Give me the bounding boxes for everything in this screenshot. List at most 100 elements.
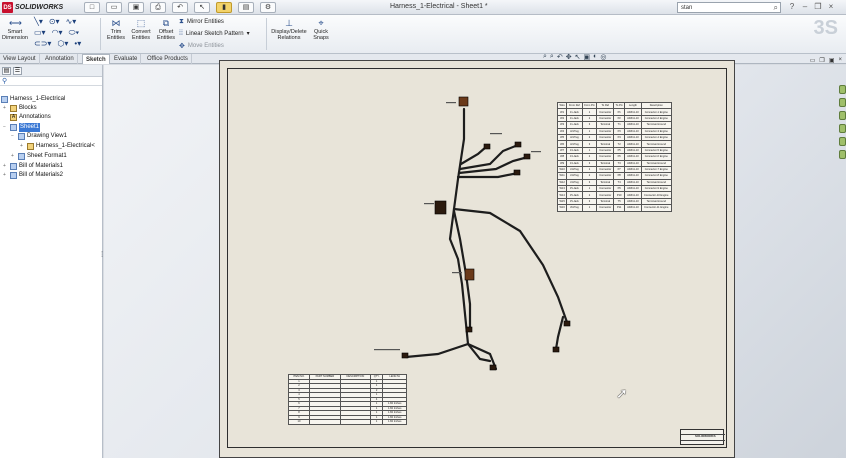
tree-item-bom1[interactable]: + Bill of Materials1 [3, 162, 63, 171]
offset-entities-button[interactable]: ⧉ Offset Entities [154, 18, 178, 41]
collapse-icon[interactable]: − [3, 123, 8, 132]
tree-item-label: Sheet Format1 [27, 153, 67, 159]
display-style-icon[interactable]: ▣ [583, 53, 590, 61]
connector-icon [514, 141, 522, 148]
drawing-sheet[interactable]: ⌕ ⌕ ↶ ✥ ↖ ▣ ◐ ◎ Wire From Ref From Pin T… [219, 53, 735, 458]
open-icon[interactable]: ▭ [106, 2, 122, 13]
file-properties-icon[interactable]: ▤ [238, 2, 254, 13]
tree-item-label: Bill of Materials2 [19, 172, 64, 178]
filter-icon[interactable]: ⚲ [0, 77, 102, 86]
minimize-icon[interactable]: – [801, 2, 809, 12]
move-entities-button[interactable]: ✥ Move Entities [179, 42, 224, 50]
undo-icon[interactable]: ↶ [172, 2, 188, 13]
tab-evaluate[interactable]: Evaluate [111, 54, 142, 64]
document-minimize-icon[interactable]: ▭ [810, 57, 816, 64]
graphics-area[interactable]: ⌕ ⌕ ↶ ✥ ↖ ▣ ◐ ◎ Wire From Ref From Pin T… [104, 53, 846, 458]
table-row[interactable]: W16 J6-Plug 1 Connector P11 ADZ11-10 Connector… [556, 204, 672, 212]
connector-icon [523, 153, 531, 160]
document-restore-icon[interactable]: ❐ [819, 57, 824, 64]
previous-view-icon[interactable]: ↶ [557, 53, 563, 61]
linear-pattern-icon: ⁞⁞ [179, 30, 183, 37]
tab-view-layout[interactable]: View Layout [0, 54, 40, 64]
ellipse-icon[interactable]: ⬭▾ [69, 28, 80, 38]
tab-sketch[interactable]: Sketch [82, 54, 110, 64]
connector-icon [489, 364, 497, 371]
mirror-entities-button[interactable]: ⧗ Mirror Entities [179, 18, 224, 26]
table-cell [308, 419, 341, 425]
appearances-icon[interactable] [839, 137, 846, 146]
close-icon[interactable]: × [827, 2, 835, 12]
expand-icon[interactable]: + [3, 171, 8, 180]
tree-item-bom2[interactable]: + Bill of Materials2 [3, 171, 63, 180]
design-library-icon[interactable] [839, 98, 846, 107]
separator [266, 18, 267, 50]
search-input[interactable]: stan ⌕ [677, 2, 781, 13]
panel-splitter-icon[interactable]: ⁞ [101, 250, 103, 259]
chevron-down-icon[interactable]: ▾ [247, 30, 250, 37]
wire-table[interactable]: Wire From Ref From Pin To Ref To Pin Len… [556, 101, 672, 212]
expand-icon[interactable]: + [20, 142, 25, 151]
file-explorer-icon[interactable] [839, 111, 846, 120]
tree-item-view-reference[interactable]: + Harness_1-Electrical< [20, 142, 95, 151]
trim-entities-button[interactable]: ⋈ Trim Entities [104, 18, 128, 41]
display-delete-relations-label: Display/Delete Relations [271, 29, 307, 41]
title-block-logo: SOLIDWORKS [695, 434, 716, 438]
document-tile-icon[interactable]: ▣ [829, 57, 835, 64]
title-block[interactable]: SOLIDWORKS [680, 429, 725, 445]
offset-icon: ⧉ [162, 18, 170, 28]
circle-icon[interactable]: ⊙▾ [49, 17, 60, 26]
zoom-area-icon[interactable]: ⌕ [550, 53, 554, 61]
print-icon[interactable]: ⎙ [150, 2, 166, 13]
options-icon[interactable]: ⚙ [260, 2, 276, 13]
spline-icon[interactable]: ∿▾ [66, 17, 77, 26]
custom-properties-icon[interactable] [839, 150, 846, 159]
expand-icon[interactable]: + [3, 104, 8, 113]
tree-item-label: Drawing View1 [27, 133, 67, 139]
view-settings-icon[interactable]: ◎ [600, 53, 606, 61]
tree-tabs: ▤ ☰ [0, 65, 102, 77]
line-icon[interactable]: ╲▾ [34, 17, 43, 26]
linear-sketch-pattern-button[interactable]: ⁞⁞ Linear Sketch Pattern ▾ [179, 30, 250, 37]
tree-root[interactable]: Harness_1-Electrical [1, 95, 65, 104]
restore-icon[interactable]: ❐ [814, 2, 822, 12]
table-row[interactable]: 10 1 1.84 Inches [288, 419, 407, 425]
expand-icon[interactable]: + [3, 162, 8, 171]
slot-icon[interactable]: ⊂⊃▾ [34, 39, 51, 48]
tab-annotation[interactable]: Annotation [42, 54, 78, 64]
tree-item-sheet[interactable]: − Sheet1 [3, 123, 41, 132]
feature-manager-tab-icon[interactable]: ▤ [2, 67, 11, 75]
new-icon[interactable]: □ [84, 2, 100, 13]
display-delete-relations-button[interactable]: ⊥ Display/Delete Relations [268, 18, 310, 41]
tree-item-annotations[interactable]: A Annotations [3, 113, 51, 122]
rectangle-icon[interactable]: ▭▾ [34, 28, 46, 38]
view-palette-icon[interactable] [839, 124, 846, 133]
arc-icon[interactable]: ◠▾ [52, 28, 63, 38]
quick-access-toolbar: □ ▭ ▣ ⎙ ↶ ↖ ▮ ▤ ⚙ [84, 2, 276, 13]
collapse-icon[interactable]: − [11, 132, 16, 141]
tree-item-sheet-format[interactable]: + Sheet Format1 [11, 152, 67, 161]
search-icon[interactable]: ⌕ [774, 3, 778, 13]
property-manager-tab-icon[interactable]: ☰ [13, 67, 22, 75]
pan-icon[interactable]: ✥ [566, 53, 572, 61]
tab-office-products[interactable]: Office Products [144, 54, 192, 64]
zoom-to-fit-icon[interactable]: ⌕ [543, 53, 547, 61]
smart-dimension-button[interactable]: ⟷ Smart Dimension [2, 18, 28, 41]
select-filter-icon[interactable]: ↖ [575, 53, 581, 61]
polygon-icon[interactable]: ⬡▾ [57, 39, 68, 48]
solidworks-logo[interactable]: DS SOLIDWORKS [2, 2, 63, 13]
bill-of-materials-table[interactable]: ITEM NO. PART NUMBER DESCRIPTION QTY. LE… [288, 374, 407, 425]
select-icon[interactable]: ↖ [194, 2, 210, 13]
hide-show-icon[interactable]: ◐ [593, 53, 597, 61]
rebuild-icon[interactable]: ▮ [216, 2, 232, 13]
tree-item-blocks[interactable]: + Blocks [3, 104, 37, 113]
tree-item-drawing-view[interactable]: − Drawing View1 [11, 132, 67, 141]
table-cell [339, 419, 371, 425]
point-icon[interactable]: •▾ [74, 39, 81, 48]
expand-icon[interactable]: + [11, 152, 16, 161]
quick-snaps-button[interactable]: ⌖ Quick Snaps [310, 18, 332, 41]
convert-entities-button[interactable]: ⬚ Convert Entities [128, 18, 154, 41]
help-icon[interactable]: ? [788, 2, 796, 12]
resources-icon[interactable] [839, 85, 846, 94]
document-close-icon[interactable]: × [838, 57, 842, 64]
save-icon[interactable]: ▣ [128, 2, 144, 13]
